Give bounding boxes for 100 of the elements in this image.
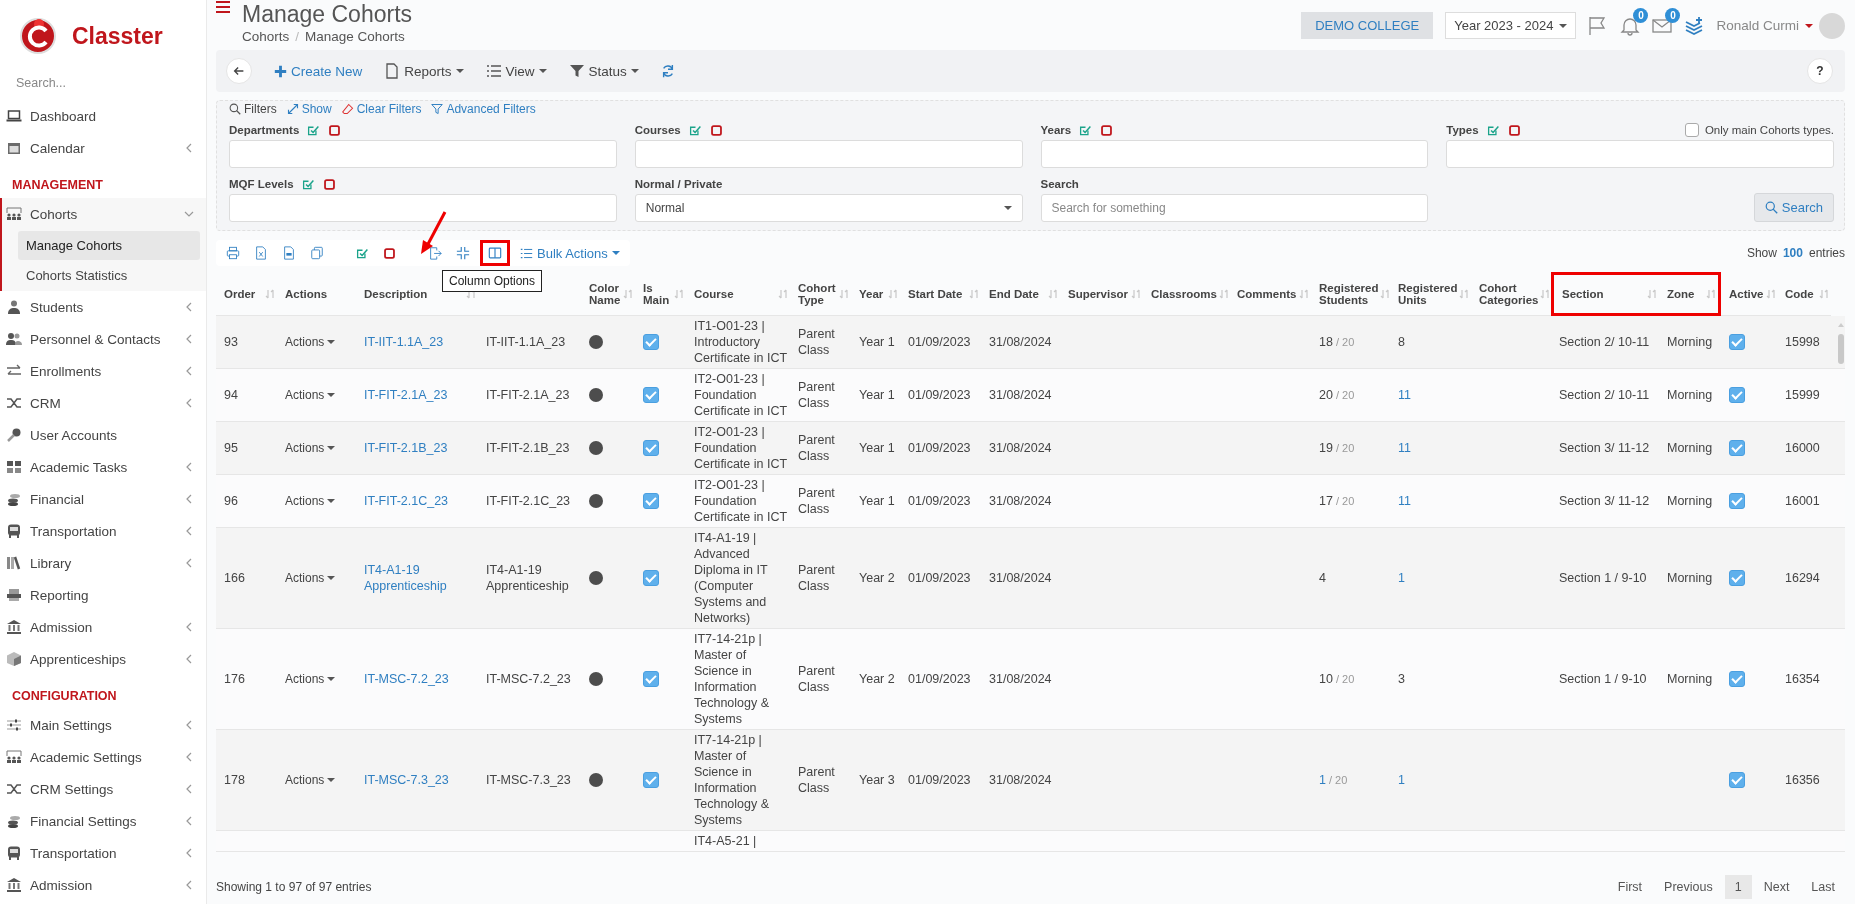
table-cell-text: Parent Class (797, 432, 836, 465)
table-cell-text: Section 2/ 10-11 (1558, 387, 1651, 404)
entries-label: entries (1808, 246, 1845, 260)
registered-count: 17 (1319, 493, 1333, 509)
registered-count: 20 (1319, 387, 1333, 403)
table-cell-text: 31/08/2024 (988, 493, 1053, 510)
table-cell-text: 01/09/2023 (907, 772, 972, 789)
table-cell-text: IT2-O01-23 | Foundation Certificate in ICT (693, 477, 789, 526)
table-cell-text: IT-FIT-2.1B_23 (485, 440, 571, 457)
table-cell-text: IT4-A5-21 | (693, 833, 758, 850)
filter-label: Courses (634, 124, 681, 136)
table-cell-text: 16354 (1784, 671, 1821, 688)
table-cell-text: Parent Class (797, 379, 836, 412)
table-cell-text: Morning (1666, 440, 1714, 457)
table-cell-text: IT4-A1-19 | Advanced Diploma in IT (Computer Systems and Networks) (693, 530, 769, 627)
table-cell-text: IT2-O01-23 | Foundation Certificate in ICT (693, 371, 789, 420)
table-cell-text: Year 1 (858, 334, 896, 351)
table-cell-text: Year 2 (858, 671, 896, 688)
capacity-label: / 20 (1335, 672, 1355, 687)
table-cell-text: Year 1 (858, 493, 896, 510)
table-cell-text: IT-MSC-7.2_23 (485, 671, 572, 688)
table-cell-text: Section 3/ 11-12 (1558, 440, 1651, 457)
page-title: Manage Cohorts (242, 1, 413, 28)
filter-label: Departments (229, 124, 300, 136)
entries-info: Showing 1 to 97 of 97 entries (216, 880, 372, 894)
table-cell-text: 16001 (1784, 493, 1821, 510)
table-cell-text: Parent Class (797, 562, 836, 595)
message-badge: 0 (1665, 7, 1681, 23)
table-cell-text: IT-FIT-2.1C_23 (485, 493, 572, 510)
table-cell-text: 94 (223, 387, 239, 404)
registered-count: 10 (1319, 671, 1333, 687)
table-cell-text: 31/08/2024 (988, 772, 1053, 789)
table-cell-text: 31/08/2024 (988, 671, 1053, 688)
filter-label: MQF Levels (229, 178, 294, 190)
filter-label: Search (1040, 178, 1079, 190)
table-cell-text: IT2-O01-23 | Foundation Certificate in ICT (693, 424, 789, 473)
table-cell-text: IT-IIT-1.1A_23 (485, 334, 567, 351)
table-cell-text: IT-MSC-7.3_23 (485, 772, 572, 789)
registered-count: 19 (1319, 440, 1333, 456)
table-cell-text: 31/08/2024 (988, 570, 1053, 587)
table-cell-text: Morning (1666, 334, 1714, 351)
capacity-label: / 20 (1335, 335, 1355, 350)
table-cell-text: Section 1 / 9-10 (1558, 570, 1648, 587)
capacity-label: / 20 (1335, 494, 1355, 509)
table-cell-text: 16294 (1784, 570, 1821, 587)
filter-label: Normal / Private (634, 178, 723, 190)
units-count: 3 (1398, 671, 1405, 687)
registered-count: 18 (1319, 334, 1333, 350)
table-cell-text: 176 (223, 671, 246, 688)
table-cell-text: 96 (223, 493, 239, 510)
table-cell-text: IT7-14-21p | Master of Science in Information Technology & Systems (693, 631, 771, 728)
table-cell-text: IT-FIT-2.1A_23 (485, 387, 571, 404)
filters-title: Filters (244, 102, 277, 116)
section-heading: MANAGEMENT (11, 177, 104, 194)
table-cell-text: 15999 (1784, 387, 1821, 404)
table-cell-text: Parent Class (797, 485, 836, 518)
table-cell-text: Year 1 (858, 387, 896, 404)
capacity-label: / 20 (1328, 773, 1348, 788)
table-cell-text: 01/09/2023 (907, 493, 972, 510)
notification-badge: 0 (1633, 7, 1649, 23)
filter-label: Years (1040, 124, 1072, 136)
table-cell-text: 01/09/2023 (907, 671, 972, 688)
capacity-label: / 20 (1335, 441, 1355, 456)
tooltip: Column Options (442, 270, 543, 292)
table-cell-text: 93 (223, 334, 239, 351)
table-cell-text: 01/09/2023 (907, 334, 972, 351)
table-cell-text: 01/09/2023 (907, 440, 972, 457)
breadcrumb-separator: / (295, 29, 300, 44)
brand-name: Classter (72, 22, 163, 50)
table-cell-text: Parent Class (797, 764, 836, 797)
table-cell-text: 31/08/2024 (988, 387, 1053, 404)
table-cell-text: 16356 (1784, 772, 1821, 789)
table-cell-text: Year 1 (858, 440, 896, 457)
table-cell-text: Year 2 (858, 570, 896, 587)
table-cell-text: 15998 (1784, 334, 1821, 351)
table-cell-text: IT7-14-21p | Master of Science in Information Technology & Systems (693, 732, 771, 829)
school-label: DEMO COLLEGE (1301, 12, 1434, 39)
table-cell-text: 31/08/2024 (988, 440, 1053, 457)
checkbox-label: Only main Cohorts types. (1704, 124, 1834, 136)
table-cell-text: Year 3 (858, 772, 896, 789)
table-cell-text: 01/09/2023 (907, 387, 972, 404)
table-cell-text: 31/08/2024 (988, 334, 1053, 351)
registered-count: 4 (1319, 570, 1326, 586)
table-cell-text: Section 2/ 10-11 (1558, 334, 1651, 351)
capacity-label: / 20 (1335, 388, 1355, 403)
units-count: 8 (1398, 334, 1405, 350)
show-label: Show (1746, 246, 1777, 260)
table-cell-text: Section 3/ 11-12 (1558, 493, 1651, 510)
table-cell-text: Morning (1666, 493, 1714, 510)
section-heading: CONFIGURATION (11, 688, 118, 705)
table-cell-text: 178 (223, 772, 246, 789)
filter-label: Types (1446, 124, 1479, 136)
table-cell-text: Section 1 / 9-10 (1558, 671, 1648, 688)
table-cell-text: Parent Class (797, 326, 836, 359)
table-cell-text: Morning (1666, 387, 1714, 404)
table-cell-text: Morning (1666, 570, 1714, 587)
table-cell-text: Parent Class (797, 663, 836, 696)
table-cell-text: IT1-O01-23 | Introductory Certificate in ICT (693, 318, 789, 367)
table-cell-text: Morning (1666, 671, 1714, 688)
table-cell-text: 16000 (1784, 440, 1821, 457)
